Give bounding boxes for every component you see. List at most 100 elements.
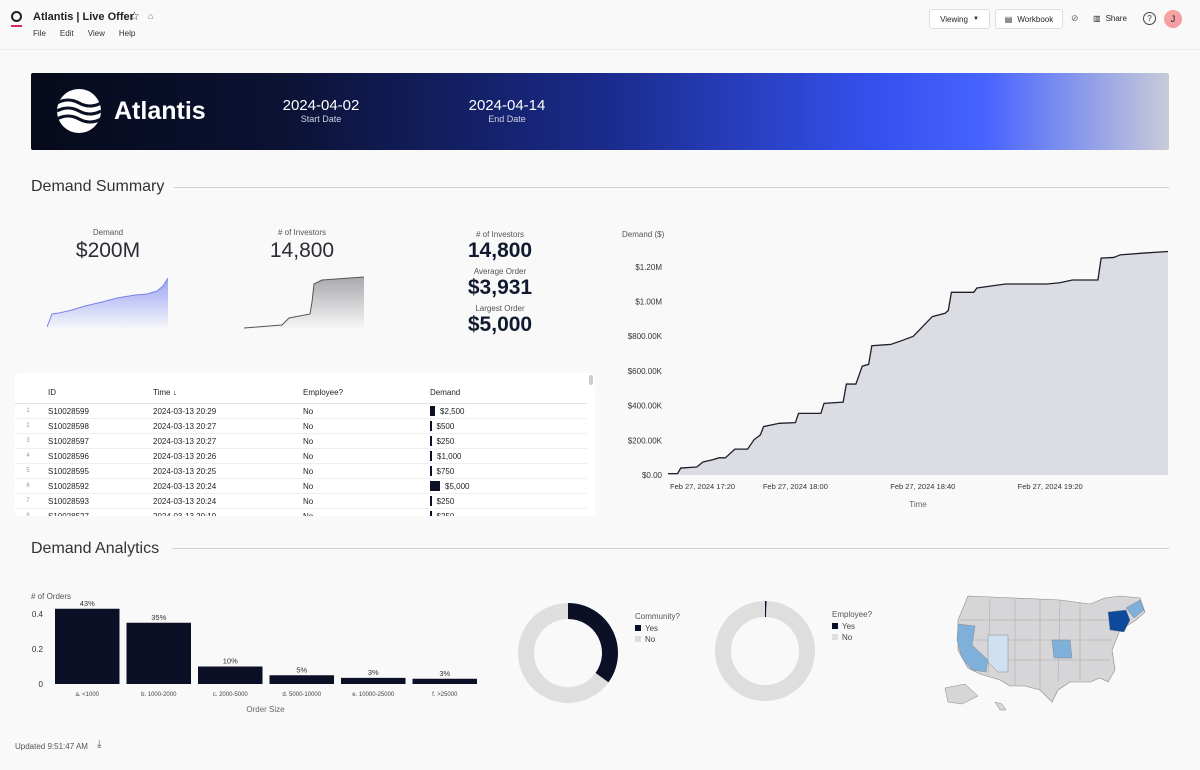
- col-employee[interactable]: Employee?: [303, 388, 343, 397]
- table-row[interactable]: 7 S10028593 2024-03-13 20:24 No $250: [15, 494, 587, 509]
- demand-value: $250: [436, 436, 455, 446]
- y-tick-label: 0: [39, 680, 44, 689]
- cell-id: S10028595: [48, 466, 89, 476]
- demand-bar: [430, 481, 440, 491]
- x-tick-label: f. >25000: [432, 692, 458, 698]
- legend-swatch: [635, 636, 641, 642]
- bar: [412, 678, 477, 684]
- demand-value: $750: [436, 466, 455, 476]
- demand-area: [668, 251, 1168, 475]
- data-label: 35%: [151, 613, 166, 622]
- kpi-investors-value: 14,800: [269, 239, 335, 262]
- cell-id: S10028596: [48, 451, 89, 461]
- kpi-demand-label: Demand: [92, 228, 124, 237]
- divider: [174, 187, 1169, 188]
- end-date-label: End Date: [488, 114, 526, 124]
- community-donut: Community? Yes No: [518, 603, 680, 703]
- col-time-label: Time: [153, 388, 171, 397]
- cell-time: 2024-03-13 20:26: [153, 451, 217, 461]
- cell-employee: No: [303, 511, 314, 517]
- y-tick-label: $800.00K: [628, 332, 663, 341]
- building-icon: ▥: [1093, 14, 1101, 23]
- demand-value: $500: [436, 421, 455, 431]
- cell-time: 2024-03-13 20:24: [153, 481, 217, 491]
- missouri-state: [1051, 639, 1073, 659]
- cell-time: 2024-03-13 20:25: [153, 466, 217, 476]
- cell-employee: No: [303, 421, 314, 431]
- cell-id: S10028599: [48, 406, 89, 416]
- employee-donut: Employee? Yes No: [715, 600, 873, 701]
- investors-sparkline: [244, 276, 365, 330]
- legend-title: Community?: [635, 612, 680, 621]
- avatar[interactable]: J: [1164, 10, 1182, 28]
- cell-demand: $250: [430, 496, 454, 506]
- col-id[interactable]: ID: [48, 388, 56, 397]
- download-icon[interactable]: ⤓: [97, 739, 101, 750]
- cell-id: S10028593: [48, 496, 89, 506]
- legend-title: Employee?: [832, 610, 873, 619]
- menu-file[interactable]: File: [33, 29, 46, 38]
- data-label: 43%: [80, 599, 95, 608]
- stats-stack: # of Investors 14,800 Average Order $3,9…: [440, 230, 560, 337]
- x-tick-label: Feb 27, 2024 18:00: [763, 482, 828, 491]
- table-row[interactable]: 5 S10028595 2024-03-13 20:25 No $750: [15, 464, 587, 479]
- bar: [55, 608, 120, 684]
- star-icon[interactable]: ☆: [129, 9, 140, 23]
- logo-underline: [11, 25, 22, 27]
- col-demand[interactable]: Demand: [430, 388, 460, 397]
- workbook-button[interactable]: ▤ Workbook: [995, 9, 1063, 29]
- data-label: 3%: [368, 668, 379, 677]
- donut-slice: [715, 601, 815, 701]
- stat-largest-label: Largest Order: [475, 304, 525, 313]
- demand-summary-title: Demand Summary: [31, 178, 165, 195]
- row-number: 7: [26, 498, 30, 504]
- cell-demand: $250: [430, 436, 454, 446]
- table-row[interactable]: 8 S10028527 2024-03-13 20:19 No $250: [15, 509, 587, 516]
- col-time[interactable]: Time ↓: [153, 388, 177, 397]
- viewing-dropdown[interactable]: Viewing ▼: [929, 9, 990, 29]
- demand-value: $2,500: [440, 406, 465, 416]
- legend-swatch: [832, 623, 838, 629]
- table-row[interactable]: 1 S10028599 2024-03-13 20:29 No $2,500: [15, 404, 587, 419]
- kpi-investors-label: # of Investors: [277, 228, 327, 237]
- cell-employee: No: [303, 451, 314, 461]
- menu-edit[interactable]: Edit: [60, 29, 74, 38]
- demand-analytics-title: Demand Analytics: [31, 540, 160, 557]
- demand-bar: [430, 406, 435, 416]
- tag-icon[interactable]: ⌂: [148, 11, 153, 21]
- share-button[interactable]: ▥ Share: [1093, 14, 1127, 23]
- kpi-demand-value: $200M: [75, 239, 141, 262]
- us-states-map[interactable]: [940, 590, 1160, 715]
- donut-slice: [567, 603, 618, 683]
- x-tick-label: Feb 27, 2024 18:40: [890, 482, 955, 491]
- menu-help[interactable]: Help: [119, 29, 135, 38]
- row-number: 4: [26, 453, 30, 459]
- document-title[interactable]: Atlantis | Live Offer: [33, 11, 134, 23]
- hidden-icon[interactable]: ⊘: [1071, 13, 1079, 24]
- cell-time: 2024-03-13 20:24: [153, 496, 217, 506]
- y-tick-label: $600.00K: [628, 367, 663, 376]
- menu-bar: File Edit View Help: [33, 29, 135, 38]
- row-number: 8: [26, 513, 30, 516]
- help-icon[interactable]: ?: [1143, 12, 1156, 25]
- row-number: 1: [26, 408, 30, 414]
- cell-demand: $5,000: [430, 481, 469, 491]
- share-label: Share: [1105, 14, 1127, 23]
- cell-employee: No: [303, 481, 314, 491]
- menu-view[interactable]: View: [88, 29, 105, 38]
- table-row[interactable]: 2 S10028598 2024-03-13 20:27 No $500: [15, 419, 587, 434]
- stat-average-value: $3,931: [467, 276, 533, 299]
- table-row[interactable]: 4 S10028596 2024-03-13 20:26 No $1,000: [15, 449, 587, 464]
- caret-down-icon: ▼: [972, 16, 979, 22]
- demand-bar: [430, 496, 432, 506]
- table-scrollbar[interactable]: [589, 375, 593, 385]
- table-row[interactable]: 3 S10028597 2024-03-13 20:27 No $250: [15, 434, 587, 449]
- legend-swatch: [635, 625, 641, 631]
- demand-bar: [430, 436, 432, 446]
- row-number: 6: [26, 483, 30, 489]
- table-row[interactable]: 6 S10028592 2024-03-13 20:24 No $5,000: [15, 479, 587, 494]
- app-logo-icon[interactable]: [11, 11, 22, 22]
- cell-time: 2024-03-13 20:29: [153, 406, 217, 416]
- cell-demand: $250: [430, 511, 454, 516]
- bar: [341, 677, 406, 684]
